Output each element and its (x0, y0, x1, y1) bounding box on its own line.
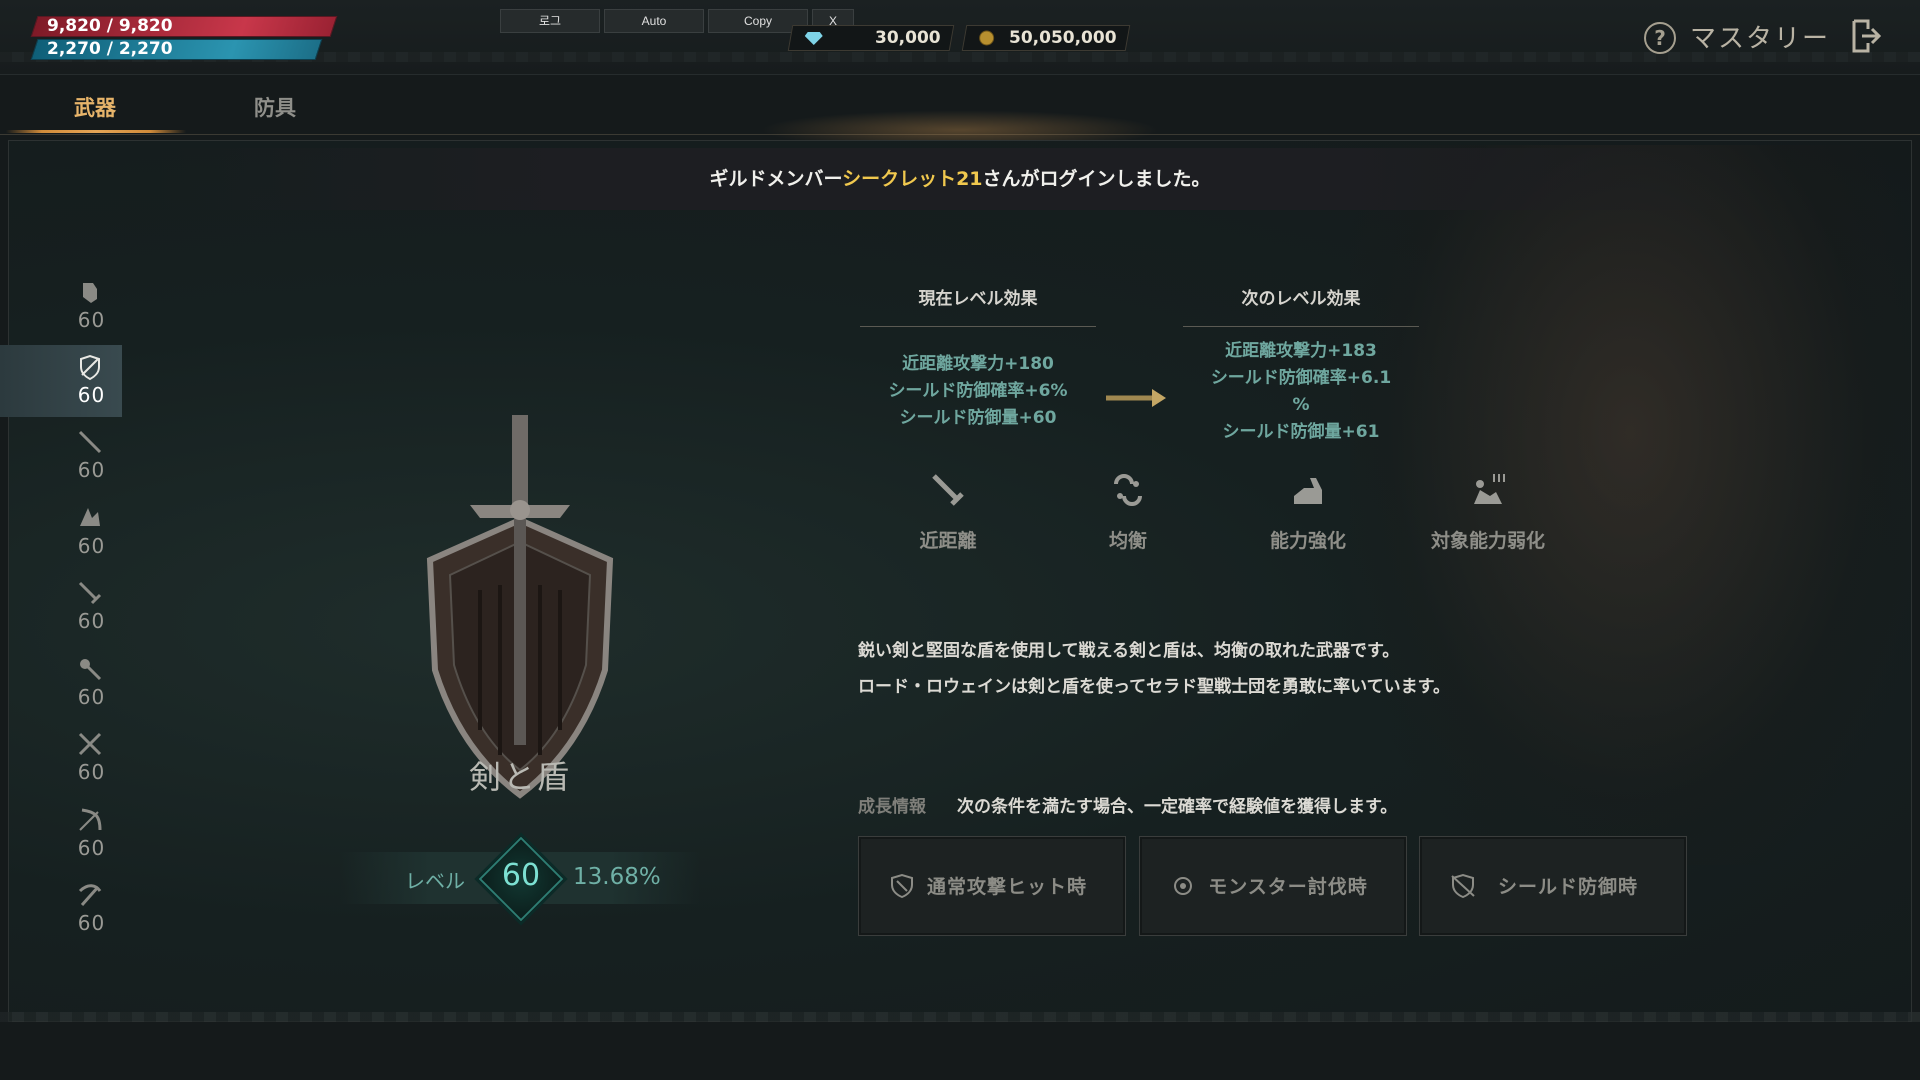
sidebar-item-level: 60 (77, 383, 106, 407)
weapon-name: 剣と盾 (468, 758, 571, 796)
next-effect-line: 近距離攻撃力+183 (1225, 341, 1377, 361)
description-line: 鋭い剣と堅固な盾を使用して戦える剣と盾は、均衡の取れた武器です。 (858, 641, 1400, 661)
sidebar-item-level: 60 (77, 458, 106, 482)
notice-member-name: シークレット21 (842, 168, 983, 190)
next-effect-list: 近距離攻撃力+183 シールド防御確率+6.1 % シールド防御量+61 (1183, 338, 1419, 446)
tab-weapon-underline (6, 130, 186, 133)
level-value: 60 (501, 858, 541, 893)
condition-monster-kill[interactable]: モンスター討伐時 (1139, 836, 1407, 936)
sidebar-item-staff[interactable]: 60 (0, 420, 122, 492)
current-effect-line: シールド防御量+60 (899, 408, 1057, 428)
next-effect-line: シールド防御量+61 (1222, 422, 1380, 442)
next-effect-divider (1183, 326, 1419, 327)
bow-icon (79, 808, 102, 831)
sidebar-item-claw[interactable]: 60 (0, 496, 122, 568)
gold-amount: 50,050,000 (1009, 28, 1117, 48)
growth-text: 次の条件を満たす場合、一定確率で経験値を獲得します。 (957, 797, 1398, 817)
description-line: ロード・ロウェインは剣と盾を使ってセラド聖戦士団を勇敢に率いています。 (858, 677, 1450, 697)
dual-blades-icon (78, 732, 102, 756)
condition-label: モンスター討伐時 (1208, 876, 1368, 898)
mp-value: 2,270 / 2,270 (47, 39, 173, 59)
attribute-label: 近距離 (919, 530, 977, 552)
balance-icon (1114, 474, 1142, 506)
sidebar-item-level: 60 (77, 911, 106, 935)
sidebar-item-bow[interactable]: 60 (0, 798, 122, 870)
sword-and-shield-icon (80, 354, 100, 381)
attribute-label: 対象能力弱化 (1430, 530, 1545, 552)
page-title: マスタリー (1690, 24, 1831, 54)
sidebar-item-level: 60 (77, 308, 106, 332)
current-effect-list: 近距離攻撃力+180 シールド防御確率+6% シールド防御量+60 (860, 351, 1096, 432)
dagger-icon (78, 581, 102, 605)
condition-normal-attack[interactable]: 通常攻撃ヒット時 (858, 836, 1126, 936)
gold-coin-icon (979, 30, 995, 50)
attribute-label: 均衡 (1108, 530, 1147, 552)
current-effect-line: シールド防御確率+6% (888, 381, 1068, 401)
next-effect-line: % (1292, 395, 1310, 415)
sidebar-item-level: 60 (77, 760, 106, 784)
level-progress: 13.68% (573, 864, 661, 890)
staff-icon (78, 430, 102, 454)
gem-icon (804, 30, 823, 49)
debuff-icon (1474, 474, 1505, 504)
condition-label: シールド防御時 (1497, 876, 1638, 898)
sidebar-item-level: 60 (77, 836, 106, 860)
gold-currency: 50,050,000 (961, 25, 1131, 51)
current-effect-title: 現在レベル効果 (918, 289, 1038, 309)
guild-notice: ギルドメンバーシークレット21さんがログインしました。 (160, 148, 1760, 210)
next-effect-title: 次のレベル効果 (1241, 289, 1361, 309)
attribute-debuff: 対象能力弱化 (1418, 470, 1558, 553)
sidebar-item-level: 60 (77, 685, 106, 709)
wand-icon (80, 659, 102, 681)
next-effect-line: シールド防御確率+6.1 (1210, 368, 1392, 388)
sword-and-shield-emblem (426, 415, 614, 799)
log-button[interactable]: 로그 (500, 9, 600, 33)
sidebar-item-level: 60 (77, 534, 106, 558)
notice-suffix: さんがログインしました。 (982, 168, 1211, 190)
condition-label: 通常攻撃ヒット時 (926, 876, 1087, 898)
sidebar-item-level: 60 (77, 609, 106, 633)
arrow-right-icon (1106, 389, 1166, 407)
hp-bar: 9,820 / 9,820 (30, 16, 338, 37)
tab-armor[interactable]: 防具 (254, 92, 296, 122)
sidebar-item-dual-blades[interactable]: 60 (0, 722, 122, 794)
condition-shield-block[interactable]: シールド防御時 (1419, 836, 1687, 936)
gauntlet-icon (83, 283, 97, 303)
help-icon[interactable]: ? (1644, 22, 1676, 54)
buff-icon (1294, 478, 1322, 504)
claw-icon (80, 508, 100, 526)
current-effect-line: 近距離攻撃力+180 (902, 354, 1054, 374)
sidebar-item-wand[interactable]: 60 (0, 647, 122, 719)
hp-value: 9,820 / 9,820 (47, 16, 173, 36)
attribute-label: 能力強化 (1269, 530, 1346, 552)
notice-prefix: ギルドメンバー (709, 168, 843, 190)
top-bar (0, 0, 1920, 75)
current-effect-divider (860, 326, 1096, 327)
gem-currency: 30,000 (787, 25, 955, 51)
attribute-buff: 能力強化 (1238, 470, 1378, 553)
level-label: レベル (405, 869, 465, 893)
bottom-ornament (0, 1012, 1920, 1022)
sidebar-item-crossbow[interactable]: 60 (0, 873, 122, 945)
sidebar-item-dagger[interactable]: 60 (0, 571, 122, 643)
tab-weapon[interactable]: 武器 (74, 92, 116, 122)
sidebar-item-sword-and-shield[interactable]: 60 (0, 345, 122, 417)
attribute-balance: 均衡 (1058, 470, 1198, 553)
crossbow-icon (78, 884, 102, 906)
melee-icon (932, 474, 964, 506)
auto-button[interactable]: Auto (604, 9, 704, 33)
growth-label: 成長情報 (858, 797, 926, 817)
mp-bar: 2,270 / 2,270 (30, 39, 323, 60)
exit-icon[interactable] (1850, 18, 1882, 58)
attribute-melee: 近距離 (878, 470, 1018, 553)
gem-amount: 30,000 (875, 28, 941, 48)
sidebar-item-gauntlet[interactable]: 60 (0, 270, 122, 342)
